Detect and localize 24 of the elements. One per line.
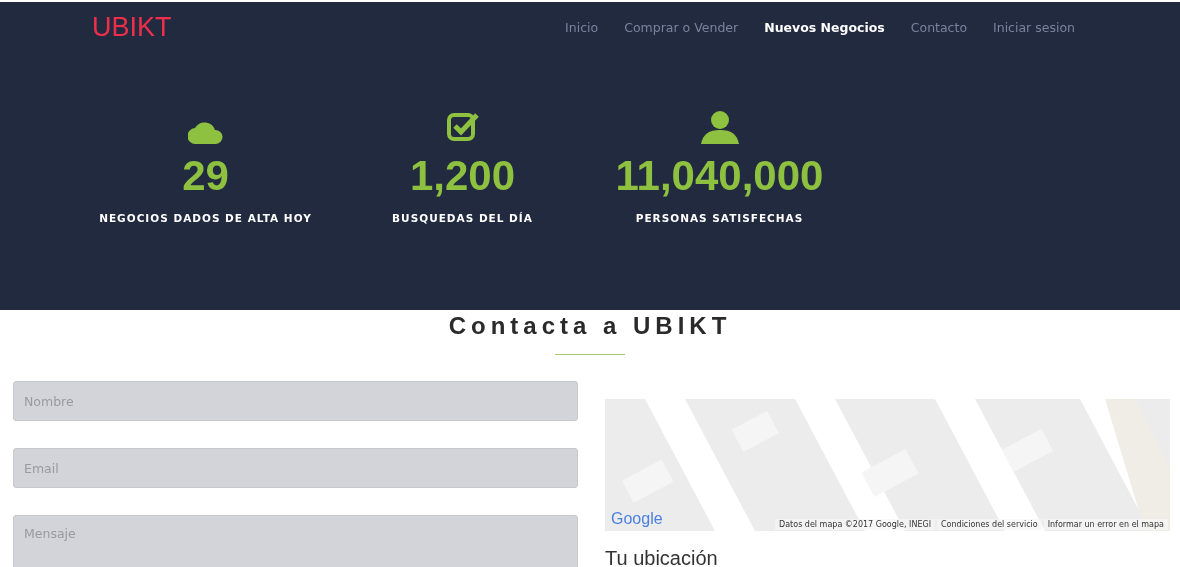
nav-link[interactable]: Inicio <box>565 19 599 35</box>
location-heading: Tu ubicación <box>605 547 719 567</box>
stat-value: 29 <box>182 152 229 200</box>
nav-link[interactable]: Comprar o Vender <box>624 19 739 35</box>
checkbox-icon <box>445 110 480 144</box>
cloud-icon <box>187 120 224 144</box>
input-field[interactable]: Email <box>13 448 578 488</box>
stat-value: 1,200 <box>409 152 516 200</box>
section-title: Contacta a UBIKT <box>447 312 733 340</box>
input-field[interactable]: Nombre <box>13 381 578 421</box>
stat-label: NEGOCIOS DADOS DE ALTA HOY <box>99 212 312 224</box>
stat-value: 11,040,000 <box>615 152 824 200</box>
nav-link[interactable]: Nuevos Negocios <box>764 19 885 35</box>
map-attribution-link[interactable]: Informar un error en el mapa <box>1043 519 1168 530</box>
stat-label: PERSONAS SATISFECHAS <box>635 212 804 224</box>
nav-link[interactable]: Iniciar sesion <box>993 19 1075 35</box>
brand-logo[interactable]: UBIKT <box>92 11 566 43</box>
stat-label: BUSQUEDAS DEL DÍA <box>392 212 533 224</box>
nav-link[interactable]: Contacto <box>910 19 968 35</box>
map-logo: Google <box>611 510 663 528</box>
map-attribution-link[interactable]: Condiciones del servicio <box>937 519 1042 530</box>
map-attribution-link[interactable]: Datos del mapa ©2017 Google, INEGI <box>775 519 935 530</box>
user-icon <box>700 110 739 144</box>
message-field[interactable]: Mensaje <box>13 515 578 567</box>
